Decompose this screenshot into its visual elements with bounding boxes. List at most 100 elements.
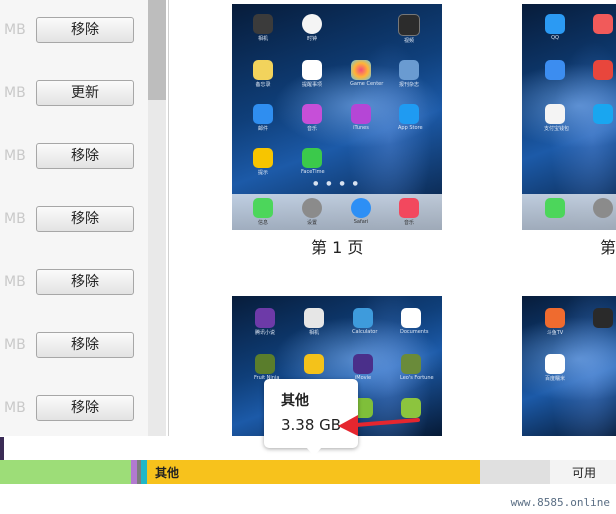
watermark: www.8585.online: [510, 496, 610, 509]
itunes-icon: [351, 104, 371, 124]
calculator-icon: [353, 308, 373, 328]
app-icon[interactable]: 信息: [252, 198, 274, 226]
app-icon[interactable]: 支付宝钱包: [544, 104, 569, 132]
app-icon-image: [255, 308, 275, 328]
app-size-unit: MB: [4, 148, 26, 164]
leos-fortune-icon: [401, 354, 421, 374]
app-icon[interactable]: 斗鱼TV: [544, 308, 566, 336]
app-icon[interactable]: 音乐: [301, 104, 323, 132]
app-icon[interactable]: 备忘录: [252, 60, 274, 88]
home-screen-page-1[interactable]: 相机 时钟 视频 备忘录 提醒事项 Game Center 报刊杂志 邮件 音乐…: [232, 4, 442, 230]
other-segment-label: 其他: [155, 466, 180, 480]
app-icon-image: [593, 308, 613, 328]
app-icon[interactable]: iTunes: [350, 104, 372, 131]
tooltip-tail: [306, 447, 322, 456]
app-icon[interactable]: Fruit Ninja: [254, 354, 279, 381]
remove-app-button[interactable]: 移除: [36, 395, 134, 421]
music-icon: [399, 198, 419, 218]
app-icon[interactable]: 设置: [301, 198, 323, 226]
page-2-label: 第: [600, 238, 616, 257]
app-icon[interactable]: [303, 354, 325, 374]
app-icon[interactable]: 相机: [252, 14, 274, 42]
newsstand-icon: [399, 60, 419, 80]
app-size-unit: MB: [4, 22, 26, 38]
app-icon[interactable]: 提醒事项: [301, 60, 323, 88]
app-icon[interactable]: Game Center: [350, 60, 383, 87]
tips-icon: [253, 148, 273, 168]
storage-segment-light[interactable]: [480, 460, 550, 484]
music-icon: [302, 104, 322, 124]
app-icon[interactable]: [592, 104, 614, 125]
app-icon[interactable]: 视频: [398, 14, 420, 44]
remove-app-button[interactable]: 移除: [36, 332, 134, 358]
app-size-unit: MB: [4, 337, 26, 353]
app-row: MB 移除: [0, 378, 148, 437]
dock: 信息 设置 Safari 音乐: [232, 194, 442, 230]
update-app-button[interactable]: 更新: [36, 80, 134, 106]
home-screen-page-2[interactable]: QQ 支付宝钱包: [522, 4, 616, 230]
app-size-unit: MB: [4, 400, 26, 416]
app-icon[interactable]: [592, 14, 614, 35]
storage-usage-bar[interactable]: 其他 可用: [0, 460, 616, 484]
documents-icon: [401, 308, 421, 328]
reminders-icon: [302, 60, 322, 80]
available-segment-label: 可用: [572, 466, 597, 480]
app-row: MB 移除: [0, 189, 148, 253]
app-icon[interactable]: QQ: [544, 14, 566, 41]
app-icon[interactable]: Safari: [350, 198, 372, 225]
storage-segment-other[interactable]: [147, 460, 480, 484]
game-center-icon: [351, 60, 371, 80]
app-icon[interactable]: [592, 308, 614, 328]
app-icon[interactable]: iMovie: [352, 354, 374, 381]
app-list: MB 移除 MB 更新 MB 移除 MB 移除 MB 移除 MB 移除 MB 移…: [0, 0, 148, 437]
remove-app-button[interactable]: 移除: [36, 269, 134, 295]
page-1-label: 第 1 页: [311, 238, 364, 257]
app-icon[interactable]: 报刊杂志: [398, 60, 420, 88]
app-icon[interactable]: 相机: [303, 308, 325, 336]
settings-icon: [302, 198, 322, 218]
app-row: MB 移除: [0, 315, 148, 379]
app-icon[interactable]: [544, 60, 566, 81]
annotation-arrow-icon: [338, 415, 420, 436]
app-icon[interactable]: [544, 198, 566, 218]
app-icon[interactable]: Leo's Fortune: [400, 354, 434, 381]
douyu-tv-icon: [545, 308, 565, 328]
baidu-nuomi-icon: [545, 354, 565, 374]
app-icon[interactable]: [592, 60, 614, 81]
home-screen-page-4[interactable]: 斗鱼TV 百度糯米: [522, 296, 616, 436]
fruit-ninja-icon: [255, 354, 275, 374]
app-icon[interactable]: [592, 198, 614, 218]
safari-icon: [351, 198, 371, 218]
app-icon-image: [545, 60, 565, 80]
app-icon[interactable]: 百度糯米: [544, 354, 566, 382]
app-size-unit: MB: [4, 85, 26, 101]
app-icon[interactable]: 提示: [252, 148, 274, 176]
app-row: MB 移除: [0, 0, 148, 64]
app-icon[interactable]: Calculator: [352, 308, 377, 335]
remove-app-button[interactable]: 移除: [36, 17, 134, 43]
dock: [522, 194, 616, 230]
scrollbar-thumb[interactable]: [148, 0, 166, 100]
app-size-unit: MB: [4, 211, 26, 227]
app-icon[interactable]: 时钟: [301, 14, 323, 42]
app-icon[interactable]: Documents: [400, 308, 429, 335]
app-icon[interactable]: 邮件: [252, 104, 274, 132]
notes-icon: [253, 60, 273, 80]
app-icon[interactable]: 腾讯小说: [254, 308, 276, 336]
app-icon[interactable]: App Store: [398, 104, 423, 131]
app-icon[interactable]: FaceTime: [301, 148, 325, 175]
storage-segment-apps[interactable]: [0, 460, 131, 484]
app-row: MB 移除: [0, 252, 148, 316]
imovie-icon: [353, 354, 373, 374]
clock-icon: [302, 14, 322, 34]
messages-icon: [545, 198, 565, 218]
app-icon[interactable]: 音乐: [398, 198, 420, 226]
settings-icon: [593, 198, 613, 218]
video-icon: [398, 14, 420, 36]
app-icon-image: [304, 354, 324, 374]
remove-app-button[interactable]: 移除: [36, 143, 134, 169]
remove-app-button[interactable]: 移除: [36, 206, 134, 232]
facetime-icon: [302, 148, 322, 168]
app-row: MB 移除: [0, 126, 148, 190]
page-dots: ● ● ● ●: [313, 180, 361, 187]
